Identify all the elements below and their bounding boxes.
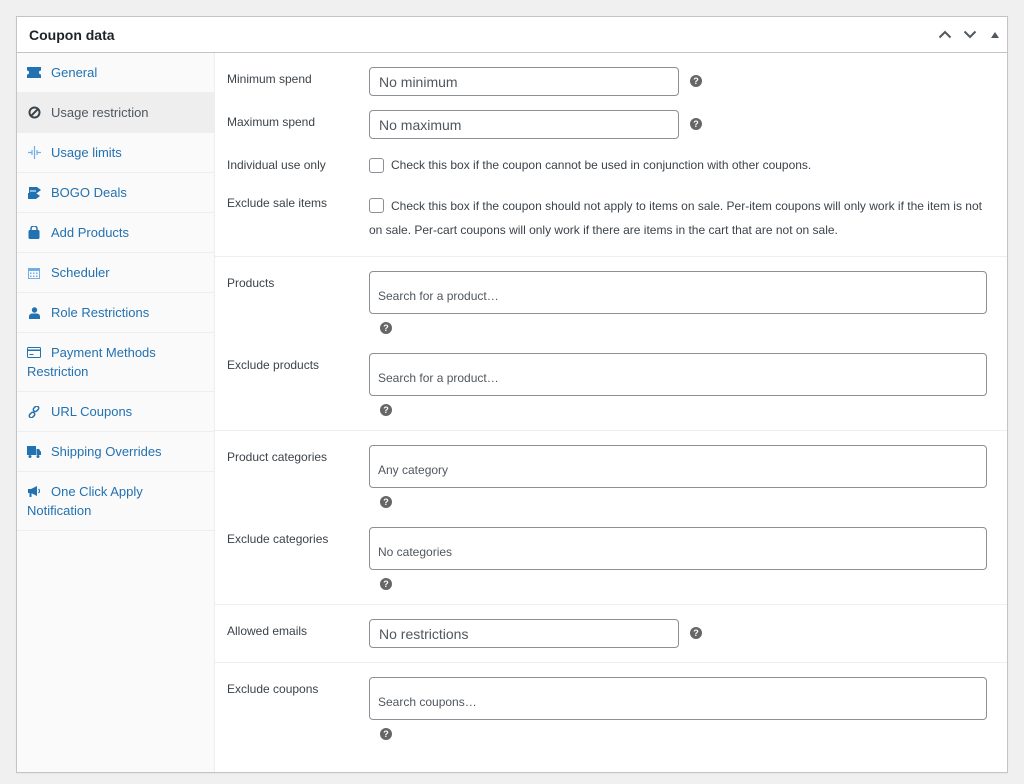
tab-usage-limits[interactable]: Usage limits — [17, 133, 214, 173]
minimum-spend-field: Minimum spend ? — [215, 62, 1007, 101]
tab-label: Add Products — [51, 225, 130, 240]
tab-label: Role Restrictions — [51, 305, 150, 320]
megaphone-icon — [27, 482, 41, 501]
exclude-coupons-search-input[interactable]: Search coupons… — [369, 677, 987, 720]
tab-label: Shipping Overrides — [51, 444, 162, 459]
crosshair-icon — [27, 143, 41, 162]
chevron-up-icon — [938, 30, 951, 39]
tab-usage-restriction[interactable]: Usage restriction — [17, 93, 214, 133]
products-placeholder: Search for a product… — [378, 288, 499, 303]
tab-label: Payment Methods Restriction — [27, 345, 156, 379]
ticket-icon — [27, 63, 41, 82]
exclude-categories-label: Exclude categories — [227, 532, 329, 546]
tab-label: General — [51, 65, 98, 80]
help-icon[interactable]: ? — [380, 322, 392, 334]
tab-one-click-apply-notification[interactable]: One Click Apply Notification — [17, 472, 214, 531]
exclude-sale-items-field: Exclude sale items Check this box if the… — [215, 182, 1007, 247]
exclude-products-label: Exclude products — [227, 358, 320, 372]
help-icon[interactable]: ? — [690, 627, 702, 639]
block-icon — [27, 103, 41, 122]
tab-label: Usage restriction — [51, 105, 149, 120]
tab-label: Usage limits — [51, 145, 122, 160]
help-icon[interactable]: ? — [690, 75, 702, 87]
exclude-products-placeholder: Search for a product… — [378, 370, 499, 385]
tab-role-restrictions[interactable]: Role Restrictions — [17, 293, 214, 333]
spend-options-group: Minimum spend ? Maximum spend ? Individu… — [215, 53, 1007, 257]
tab-shipping-overrides[interactable]: Shipping Overrides — [17, 432, 214, 472]
exclude-sale-items-checkbox[interactable] — [369, 198, 384, 213]
move-down-button[interactable] — [957, 17, 982, 53]
products-group: Products Search for a product… ? Exclude… — [215, 257, 1007, 431]
exclude-coupons-label: Exclude coupons — [227, 682, 319, 696]
individual-use-description: Check this box if the coupon cannot be u… — [391, 158, 812, 172]
exclude-categories-placeholder: No categories — [378, 544, 453, 559]
tab-scheduler[interactable]: Scheduler — [17, 253, 214, 293]
categories-group: Product categories Any category ? Exclud… — [215, 431, 1007, 605]
allowed-emails-field: Allowed emails ? — [215, 614, 1007, 653]
calendar-icon — [27, 263, 41, 282]
exclude-sale-items-row: Check this box if the coupon should not … — [369, 194, 987, 242]
minimum-spend-label: Minimum spend — [227, 72, 312, 86]
bag-icon — [27, 223, 41, 242]
tab-label: Scheduler — [51, 265, 110, 280]
help-icon[interactable]: ? — [380, 496, 392, 508]
individual-use-row: Check this box if the coupon cannot be u… — [369, 156, 987, 177]
tag-icon — [27, 183, 41, 202]
allowed-emails-label: Allowed emails — [227, 624, 308, 638]
exclude-coupons-placeholder: Search coupons… — [378, 694, 477, 709]
products-search-input[interactable]: Search for a product… — [369, 271, 987, 314]
product-categories-field: Product categories Any category ? — [215, 440, 1007, 513]
individual-use-field: Individual use only Check this box if th… — [215, 144, 1007, 182]
exclude-categories-input[interactable]: No categories — [369, 527, 987, 570]
coupons-group: Exclude coupons Search coupons… ? — [215, 663, 1007, 754]
panel-body: General Usage restriction Usage limits B… — [17, 53, 1007, 772]
help-icon[interactable]: ? — [380, 578, 392, 590]
individual-use-checkbox[interactable] — [369, 158, 384, 173]
tab-label: One Click Apply Notification — [27, 484, 143, 518]
chevron-down-icon — [963, 30, 976, 39]
truck-icon — [27, 442, 41, 461]
credit-card-icon — [27, 343, 41, 362]
tab-label: BOGO Deals — [51, 185, 127, 200]
help-icon[interactable]: ? — [380, 404, 392, 416]
product-categories-input[interactable]: Any category — [369, 445, 987, 488]
tab-general[interactable]: General — [17, 53, 214, 93]
link-icon — [27, 402, 41, 421]
minimum-spend-input[interactable] — [369, 67, 679, 96]
tab-bogo-deals[interactable]: BOGO Deals — [17, 173, 214, 213]
help-icon[interactable]: ? — [690, 118, 702, 130]
panel-title: Coupon data — [29, 26, 115, 43]
exclude-sale-items-description: Check this box if the coupon should not … — [369, 199, 982, 237]
exclude-sale-items-label: Exclude sale items — [227, 196, 328, 210]
tab-add-products[interactable]: Add Products — [17, 213, 214, 253]
panel-header: Coupon data — [17, 17, 1007, 53]
usage-restriction-panel: Minimum spend ? Maximum spend ? Individu… — [215, 53, 1007, 772]
product-categories-label: Product categories — [227, 450, 328, 464]
emails-group: Allowed emails ? — [215, 605, 1007, 663]
product-categories-placeholder: Any category — [378, 462, 449, 477]
maximum-spend-label: Maximum spend — [227, 115, 316, 129]
exclude-coupons-field: Exclude coupons Search coupons… ? — [215, 672, 1007, 745]
panel-handle-actions — [932, 17, 1007, 52]
move-up-button[interactable] — [932, 17, 957, 53]
user-icon — [27, 303, 41, 322]
individual-use-label: Individual use only — [227, 158, 326, 172]
maximum-spend-input[interactable] — [369, 110, 679, 139]
allowed-emails-input[interactable] — [369, 619, 679, 648]
products-label: Products — [227, 276, 275, 290]
coupon-data-panel: Coupon data General Usage restriction Us… — [16, 16, 1008, 773]
products-field: Products Search for a product… ? — [215, 266, 1007, 339]
toggle-panel-button[interactable] — [982, 17, 1007, 53]
tab-url-coupons[interactable]: URL Coupons — [17, 392, 214, 432]
exclude-products-field: Exclude products Search for a product… ? — [215, 339, 1007, 421]
triangle-up-icon — [990, 31, 999, 38]
exclude-categories-field: Exclude categories No categories ? — [215, 513, 1007, 595]
maximum-spend-field: Maximum spend ? — [215, 101, 1007, 144]
tab-payment-methods-restriction[interactable]: Payment Methods Restriction — [17, 333, 214, 392]
tab-label: URL Coupons — [51, 404, 133, 419]
exclude-products-search-input[interactable]: Search for a product… — [369, 353, 987, 396]
help-icon[interactable]: ? — [380, 728, 392, 740]
coupon-tabs: General Usage restriction Usage limits B… — [17, 53, 215, 772]
